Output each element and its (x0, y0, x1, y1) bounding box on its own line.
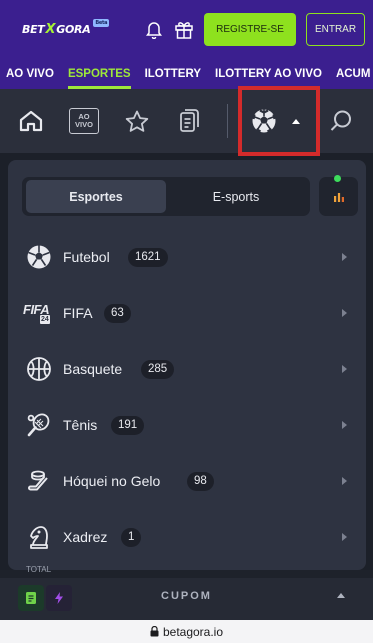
logo-text: BET (22, 22, 45, 36)
tab-e-sports[interactable]: E-sports (166, 180, 306, 213)
stats-button[interactable] (319, 177, 358, 216)
bell-icon[interactable] (144, 19, 164, 39)
top-bar: BET X GORA Beta REGISTRE-SE ENTRAR (0, 0, 373, 58)
ice-hockey-icon (25, 467, 53, 495)
sport-item-fifa[interactable]: FIFA 24 FIFA 63 (8, 293, 366, 333)
gift-icon[interactable] (174, 19, 194, 39)
sport-item-tenis[interactable]: Tênis 191 (8, 405, 366, 445)
sport-count: 98 (187, 471, 214, 491)
soccer-ball-icon (25, 243, 53, 271)
toolbar-divider (227, 104, 228, 138)
bar-chart-icon (333, 192, 344, 202)
nav-tab-ao-vivo[interactable]: AO VIVO (0, 58, 61, 89)
sport-name: Hóquei no Gelo (63, 473, 161, 489)
sport-name: Tênis (63, 417, 98, 433)
sport-item-xadrez[interactable]: Xadrez 1 (8, 517, 366, 557)
browser-url-bar[interactable]: betagora.io (0, 620, 373, 643)
sports-dropdown-panel: Esportes E-sports Futebol 1621 FIFA 24 F… (8, 160, 366, 570)
fifa-icon-sub: 24 (40, 315, 50, 324)
sport-count: 1621 (128, 247, 168, 267)
nav-tab-ilottery-ao-vivo[interactable]: ILOTTERY AO VIVO (208, 58, 329, 89)
sport-count: 191 (111, 415, 145, 435)
brand-logo[interactable]: BET X GORA Beta (22, 19, 110, 37)
chess-knight-icon (25, 523, 53, 551)
chevron-right-icon (342, 365, 347, 373)
search-icon[interactable] (325, 105, 357, 137)
sport-name: Xadrez (63, 529, 108, 545)
main-nav: AO VIVO ESPORTES ILOTTERY ILOTTERY AO VI… (0, 58, 373, 89)
sport-count: 63 (104, 303, 131, 323)
logo-tail: GORA (56, 22, 91, 36)
tab-esportes[interactable]: Esportes (26, 180, 166, 213)
star-icon[interactable] (121, 105, 153, 137)
register-button[interactable]: REGISTRE-SE (204, 12, 296, 46)
coupon-bar[interactable]: CUPOM (0, 578, 373, 620)
chevron-right-icon (342, 253, 347, 261)
sport-item-futebol[interactable]: Futebol 1621 (8, 237, 366, 277)
tennis-icon (25, 411, 53, 439)
total-label: TOTAL (26, 565, 52, 574)
logo-accent: X (45, 21, 56, 37)
chevron-right-icon (342, 309, 347, 317)
coupon-label: CUPOM (161, 590, 212, 602)
nav-tab-esportes[interactable]: ESPORTES (61, 58, 138, 89)
lock-icon (150, 626, 159, 637)
nav-tab-acum[interactable]: ACUM (329, 58, 373, 89)
home-icon[interactable] (15, 105, 47, 137)
chevron-right-icon (342, 477, 347, 485)
nav-tab-ilottery[interactable]: ILOTTERY (138, 58, 208, 89)
betslip-icon[interactable] (174, 105, 206, 137)
notification-dot (334, 175, 341, 182)
logo-badge: Beta (93, 19, 110, 27)
login-button[interactable]: ENTRAR (306, 12, 365, 46)
live-icon[interactable]: AO VIVO (68, 105, 100, 137)
highlight-box (238, 86, 320, 156)
chevron-right-icon (342, 533, 347, 541)
sport-item-hoquei-no-gelo[interactable]: Hóquei no Gelo 98 (8, 461, 366, 501)
caret-up-icon[interactable] (336, 592, 346, 599)
sport-item-basquete[interactable]: Basquete 285 (8, 349, 366, 389)
chevron-right-icon (342, 421, 347, 429)
sport-count: 285 (141, 359, 175, 379)
live-icon-text-2: VIVO (75, 120, 93, 129)
sport-name: Basquete (63, 361, 123, 377)
fifa-24-icon: FIFA 24 (22, 299, 56, 327)
sport-name: Futebol (63, 249, 110, 265)
sport-name: FIFA (63, 305, 93, 321)
basketball-icon (25, 355, 53, 383)
sport-type-switch: Esportes E-sports (22, 177, 310, 216)
sport-count: 1 (121, 527, 142, 547)
url-text: betagora.io (162, 624, 224, 639)
